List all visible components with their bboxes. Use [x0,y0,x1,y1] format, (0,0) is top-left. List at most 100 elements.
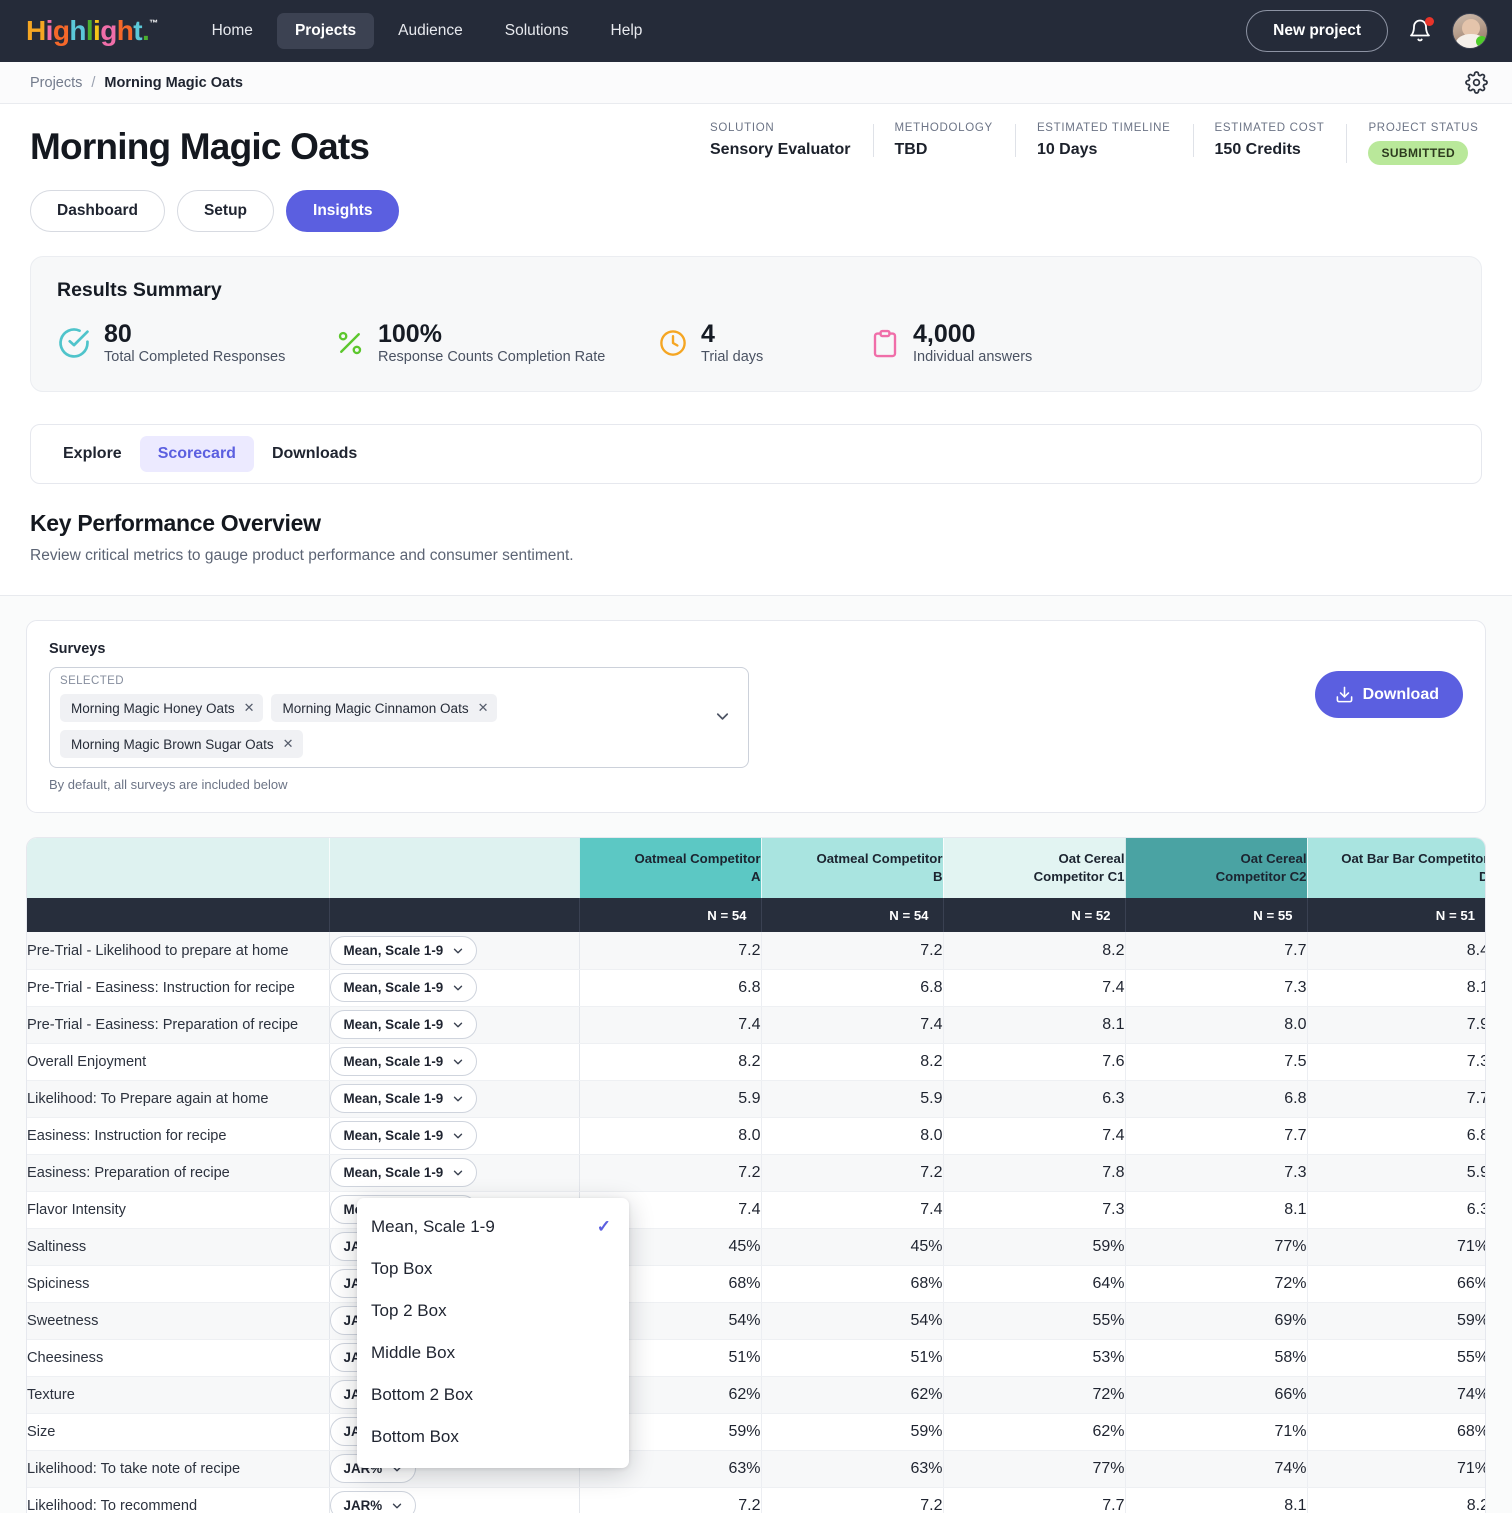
stat-text-group: 80 Total Completed Responses [104,321,285,365]
cell-r10-c2: 55% [943,1302,1125,1339]
chevron-down-icon [451,1055,465,1069]
stat-type-dropdown[interactable]: Mean, Scale 1-9 [330,1047,478,1076]
meta-label: METHODOLOGY [895,122,993,134]
scorecard-header-row: Oatmeal Competitor A Oatmeal Competitor … [27,838,1486,898]
survey-chip[interactable]: Morning Magic Brown Sugar Oats ✕ [60,730,303,758]
stat-type-dropdown[interactable]: Mean, Scale 1-9 [330,1010,478,1039]
stat-type-dropdown[interactable]: Mean, Scale 1-9 [330,936,478,965]
pill-dashboard[interactable]: Dashboard [30,190,165,232]
logo-letter-2: g [53,15,70,46]
dropdown-option-label: Top Box [371,1259,611,1279]
nav-item-solutions[interactable]: Solutions [487,13,587,49]
pill-setup[interactable]: Setup [177,190,274,232]
column-header-line2: A [580,868,761,886]
tab-explore[interactable]: Explore [45,436,140,472]
row-stat-selector-cell: Mean, Scale 1-9 [329,1080,579,1117]
tab-scorecard[interactable]: Scorecard [140,436,254,472]
key-performance-overview-header: Key Performance Overview Review critical… [0,484,1512,565]
row-stat-selector-cell: Mean, Scale 1-9 [329,1043,579,1080]
scorecard-sample-size-row: N = 54N = 54N = 52N = 55N = 51 [27,898,1486,932]
stat-value: 4 [701,321,763,347]
dropdown-option-top-2-box[interactable]: Top 2 Box [357,1290,629,1332]
meta-value: 150 Credits [1215,141,1325,159]
stat-individual-answers: 4,000 Individual answers [870,321,1032,365]
survey-chip[interactable]: Morning Magic Cinnamon Oats ✕ [271,694,497,722]
cell-r15-c4: 8.2 [1307,1487,1486,1513]
surveys-select[interactable]: SELECTED Morning Magic Honey Oats ✕ Morn… [49,667,749,768]
close-icon[interactable]: ✕ [478,700,489,716]
tab-downloads[interactable]: Downloads [254,436,375,472]
table-row: Easiness: Preparation of recipe Mean, Sc… [27,1154,1486,1191]
new-project-button[interactable]: New project [1246,10,1388,52]
stat-type-label: Mean, Scale 1-9 [344,1017,444,1032]
close-icon[interactable]: ✕ [283,736,294,752]
sample-size-4: N = 51 [1307,898,1486,932]
top-navigation-bar: Highlight.™ HomeProjectsAudienceSolution… [0,0,1512,62]
row-metric-label: Texture [27,1376,329,1413]
cell-r13-c4: 68% [1307,1413,1486,1450]
notifications-button[interactable] [1408,18,1432,44]
settings-button[interactable] [1465,71,1488,94]
row-metric-label: Overall Enjoyment [27,1043,329,1080]
chevron-down-icon[interactable] [703,707,738,726]
results-summary-title: Results Summary [57,279,1455,302]
dropdown-option-bottom-box[interactable]: Bottom Box [357,1416,629,1458]
row-metric-label: Pre-Trial - Easiness: Instruction for re… [27,969,329,1006]
chevron-down-icon [451,981,465,995]
stat-value: 80 [104,321,285,347]
highlight-logo[interactable]: Highlight.™ [26,17,158,45]
cell-r3-c4: 7.3 [1307,1043,1486,1080]
stat-type-label: Mean, Scale 1-9 [344,980,444,995]
dropdown-option-bottom-2-box[interactable]: Bottom 2 Box [357,1374,629,1416]
cell-r2-c3: 8.0 [1125,1006,1307,1043]
sample-size-3: N = 55 [1125,898,1307,932]
user-avatar[interactable] [1452,13,1488,49]
column-header-line2: B [762,868,943,886]
cell-r3-c1: 8.2 [761,1043,943,1080]
dropdown-option-label: Middle Box [371,1343,611,1363]
cell-r5-c1: 8.0 [761,1117,943,1154]
table-row: Saltiness JAR% 45%45%59%77%71% [27,1228,1486,1265]
cell-r8-c1: 45% [761,1228,943,1265]
main-nav-items: HomeProjectsAudienceSolutionsHelp [194,13,661,49]
close-icon[interactable]: ✕ [244,700,255,716]
dropdown-option-top-box[interactable]: Top Box [357,1248,629,1290]
download-button[interactable]: Download [1315,671,1463,718]
percent-icon [335,327,365,359]
check-circle-icon [57,326,91,360]
dropdown-option-middle-box[interactable]: Middle Box [357,1332,629,1374]
nav-item-help[interactable]: Help [593,13,661,49]
dropdown-option-mean-scale-1-9[interactable]: Mean, Scale 1-9 ✓ [357,1206,629,1248]
nav-item-audience[interactable]: Audience [380,13,481,49]
cell-r11-c2: 53% [943,1339,1125,1376]
row-metric-label: Flavor Intensity [27,1191,329,1228]
header-blank-metric [27,838,329,898]
cell-r7-c2: 7.3 [943,1191,1125,1228]
nav-item-projects[interactable]: Projects [277,13,374,49]
column-header-line2: D [1308,868,1487,886]
stat-type-dropdown[interactable]: Mean, Scale 1-9 [330,1084,478,1113]
cell-r0-c2: 8.2 [943,932,1125,969]
cell-r13-c1: 59% [761,1413,943,1450]
breadcrumb-projects-link[interactable]: Projects [30,75,82,91]
stat-label: Trial days [701,349,763,365]
breadcrumb-bar: Projects / Morning Magic Oats [0,62,1512,104]
nav-item-home[interactable]: Home [194,13,271,49]
insights-tab-bar: ExploreScorecardDownloads [30,424,1482,484]
stat-label: Response Counts Completion Rate [378,349,605,365]
surveys-hint: By default, all surveys are included bel… [49,777,1315,792]
stat-type-dropdown-menu[interactable]: Mean, Scale 1-9 ✓ Top Box Top 2 Box Midd… [357,1198,629,1468]
survey-chip[interactable]: Morning Magic Honey Oats ✕ [60,694,263,722]
stat-type-dropdown[interactable]: Mean, Scale 1-9 [330,1158,478,1187]
column-header-line1: Oat Bar Bar Competitor [1308,850,1487,868]
cell-r15-c0: 7.2 [579,1487,761,1513]
cell-r3-c2: 7.6 [943,1043,1125,1080]
stat-type-dropdown[interactable]: JAR% [330,1491,417,1513]
download-button-label: Download [1363,686,1439,704]
stat-type-dropdown[interactable]: Mean, Scale 1-9 [330,1121,478,1150]
stat-type-dropdown[interactable]: Mean, Scale 1-9 [330,973,478,1002]
cell-r2-c0: 7.4 [579,1006,761,1043]
column-header-line1: Oat Cereal [1126,850,1307,868]
column-header-1: Oatmeal Competitor B [761,838,943,898]
pill-insights[interactable]: Insights [286,190,399,232]
